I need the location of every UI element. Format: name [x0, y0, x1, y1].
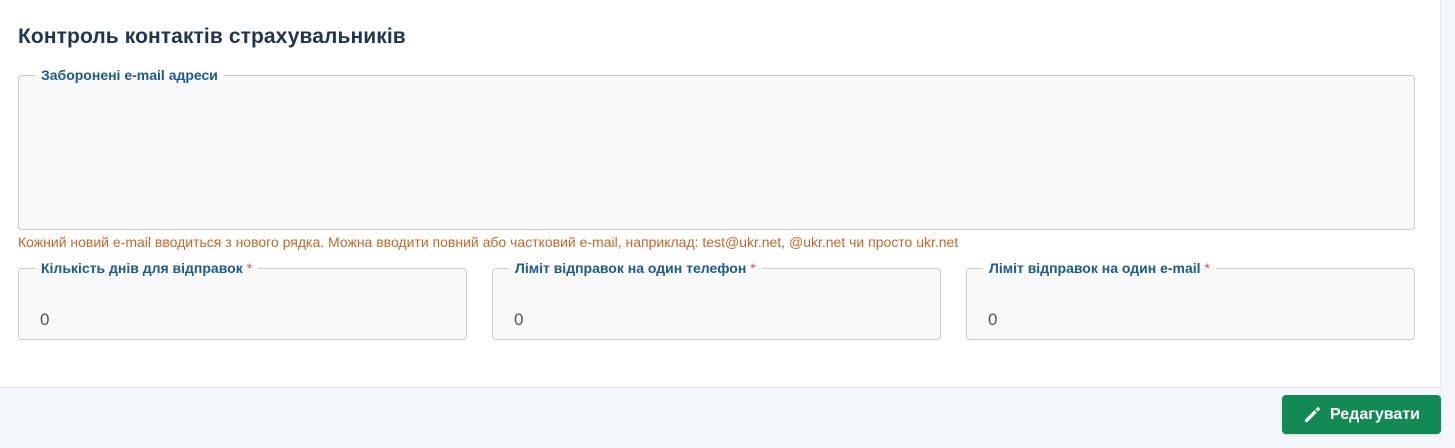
required-mark: * [246, 260, 253, 276]
forbidden-emails-field[interactable]: Заборонені e-mail адреси [18, 67, 1415, 230]
required-mark: * [1204, 260, 1210, 276]
forbidden-emails-hint: Кожний новий e-mail вводиться з нового р… [18, 234, 959, 250]
days-count-value[interactable]: 0 [40, 310, 49, 330]
days-count-label: Кількість днів для відправок * [35, 260, 258, 276]
forbidden-emails-label-text: Заборонені e-mail адреси [41, 67, 218, 83]
email-limit-label: Ліміт відправок на один e-mail * [983, 260, 1216, 276]
phone-limit-label-text: Ліміт відправок на один телефон [515, 260, 747, 276]
phone-limit-field[interactable]: Ліміт відправок на один телефон * 0 [492, 260, 941, 340]
required-mark: * [750, 260, 756, 276]
email-limit-value[interactable]: 0 [988, 310, 997, 330]
phone-limit-value[interactable]: 0 [514, 310, 523, 330]
settings-card: Контроль контактів страхувальників Забор… [0, 0, 1440, 388]
days-count-label-text: Кількість днів для відправок [41, 260, 243, 276]
days-count-field[interactable]: Кількість днів для відправок * 0 [18, 260, 467, 340]
email-limit-field[interactable]: Ліміт відправок на один e-mail * 0 [966, 260, 1415, 340]
email-limit-label-text: Ліміт відправок на один e-mail [989, 260, 1201, 276]
page-title: Контроль контактів страхувальників [18, 25, 406, 48]
forbidden-emails-textarea[interactable] [31, 101, 1402, 219]
edit-button[interactable]: Редагувати [1282, 395, 1441, 434]
phone-limit-label: Ліміт відправок на один телефон * [509, 260, 762, 276]
forbidden-emails-label: Заборонені e-mail адреси [35, 67, 224, 83]
pencil-icon [1303, 405, 1322, 424]
edit-button-label: Редагувати [1330, 405, 1420, 423]
right-scroll-gutter [1440, 0, 1455, 388]
